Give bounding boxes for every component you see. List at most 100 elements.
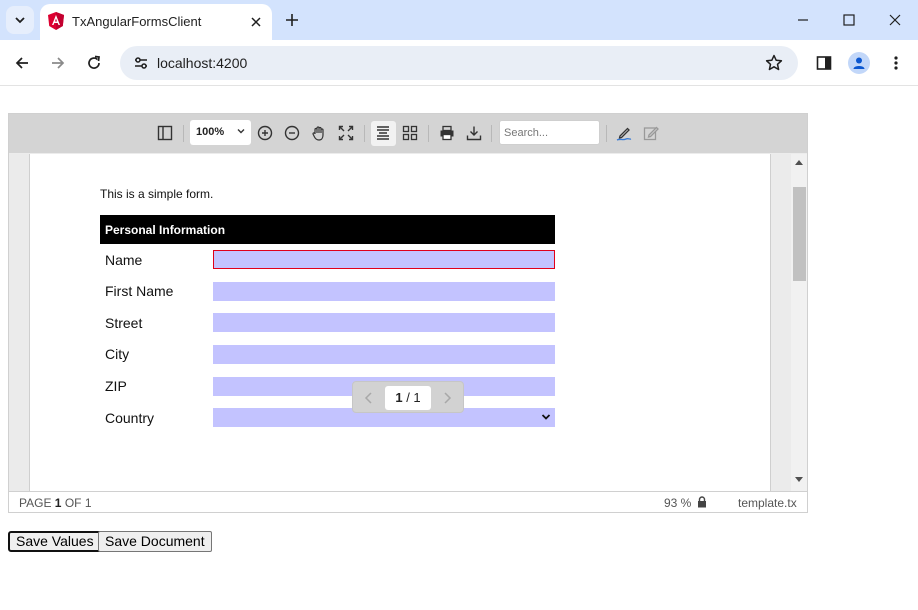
zoom-out-button[interactable] [282, 123, 302, 143]
viewer-toolbar: 100% [9, 114, 807, 153]
zoom-in-button[interactable] [255, 123, 275, 143]
back-button[interactable] [8, 49, 36, 77]
minimize-icon [798, 19, 808, 21]
browser-toolbar: localhost:4200 [0, 40, 918, 86]
toolbar-divider [428, 125, 429, 142]
chevron-down-icon [541, 414, 551, 420]
name-field[interactable] [213, 250, 555, 269]
page-indicator[interactable]: 1 / 1 [385, 386, 431, 410]
zoom-value: 100% [196, 126, 225, 138]
edit-form-button[interactable] [641, 123, 661, 143]
document-canvas: This is a simple form. Personal Informat… [9, 154, 791, 491]
arrow-left-icon [15, 57, 28, 69]
field-label-street: Street [105, 315, 143, 331]
side-panel-button[interactable] [810, 49, 838, 77]
document-viewer: 100% Search... This is a simple form. Pe… [8, 113, 808, 513]
text-lines-icon [377, 126, 389, 140]
page-status-prefix: PAGE [19, 496, 55, 510]
file-name: template.tx [738, 496, 797, 510]
sign-button[interactable] [614, 123, 634, 143]
field-label-zip: ZIP [105, 378, 127, 394]
minimize-button[interactable] [780, 0, 826, 40]
vertical-scrollbar[interactable] [791, 154, 807, 491]
zoom-in-icon [257, 125, 273, 141]
browser-tab[interactable]: TxAngularFormsClient [40, 4, 272, 40]
toolbar-divider [491, 125, 492, 142]
chevron-right-icon [444, 392, 452, 404]
save-values-button[interactable]: Save Values [8, 531, 102, 552]
toolbar-divider [364, 125, 365, 142]
scroll-up-arrow-icon[interactable] [795, 159, 803, 165]
field-label-city: City [105, 346, 130, 362]
city-field[interactable] [213, 345, 555, 364]
total-pages: 1 [413, 390, 421, 405]
signature-pen-icon [616, 127, 632, 141]
download-button[interactable] [464, 123, 484, 143]
maximize-button[interactable] [826, 0, 872, 40]
page-navigator: 1 / 1 [352, 381, 464, 413]
page-status-suffix: OF 1 [61, 496, 92, 510]
new-tab-button[interactable] [280, 8, 304, 32]
pan-tool-button[interactable] [309, 123, 329, 143]
close-icon [889, 14, 901, 26]
field-label-name: Name [105, 252, 143, 268]
edit-icon [643, 126, 659, 141]
tab-title: TxAngularFormsClient [72, 14, 202, 29]
first-name-field[interactable] [213, 282, 555, 301]
browser-tab-bar: TxAngularFormsClient [0, 0, 918, 40]
more-vertical-icon [894, 56, 898, 70]
tab-search-button[interactable] [6, 6, 34, 34]
window-close-button[interactable] [872, 0, 918, 40]
scroll-down-arrow-icon[interactable] [795, 477, 803, 483]
scrollbar-thumb[interactable] [793, 187, 806, 281]
zoom-select[interactable]: 100% [190, 120, 251, 145]
search-input[interactable] [499, 120, 600, 145]
fit-page-button[interactable] [336, 123, 356, 143]
zoom-status: 93 % [664, 496, 692, 510]
field-label-first-name: First Name [105, 283, 174, 299]
lock-icon [698, 496, 706, 508]
address-bar[interactable]: localhost:4200 [120, 46, 798, 80]
maximize-icon [843, 14, 855, 26]
intro-text: This is a simple form. [100, 187, 214, 201]
person-icon [853, 57, 865, 69]
chevron-down-icon [15, 17, 25, 24]
street-field[interactable] [213, 313, 555, 332]
grid-icon [402, 125, 418, 141]
fullscreen-icon [338, 125, 354, 141]
next-page-button[interactable] [437, 388, 457, 408]
grid-view-button[interactable] [400, 123, 420, 143]
close-icon [251, 17, 261, 27]
toolbar-divider [183, 125, 184, 142]
status-bar: PAGE 1 OF 1 93 % template.tx [9, 491, 807, 512]
chevron-left-icon [364, 392, 372, 404]
save-document-button[interactable]: Save Document [98, 531, 212, 552]
plus-icon [286, 14, 298, 26]
section-title: Personal Information [105, 223, 226, 237]
tune-icon [135, 57, 147, 69]
hand-icon [312, 126, 324, 141]
reload-icon [88, 55, 100, 69]
reload-button[interactable] [80, 49, 108, 77]
side-panel-icon [816, 56, 832, 70]
chevron-down-icon [237, 129, 245, 134]
url-text[interactable]: localhost:4200 [157, 55, 247, 71]
toolbar-divider [606, 125, 607, 142]
page-separator: / [402, 390, 414, 405]
download-icon [466, 126, 482, 141]
sidebar-icon [157, 125, 173, 141]
sidebar-toggle-button[interactable] [155, 123, 175, 143]
zoom-out-icon [284, 125, 300, 141]
bookmark-button[interactable] [762, 51, 786, 75]
section-header: Personal Information [100, 215, 555, 244]
previous-page-button[interactable] [359, 388, 379, 408]
print-button[interactable] [437, 123, 457, 143]
star-icon [765, 54, 783, 71]
menu-button[interactable] [882, 49, 910, 77]
profile-avatar[interactable] [848, 52, 870, 74]
tab-close-button[interactable] [246, 12, 266, 32]
forward-button[interactable] [44, 49, 72, 77]
site-info-button[interactable] [128, 50, 154, 76]
page-status: PAGE 1 OF 1 [19, 496, 92, 510]
single-page-view-button[interactable] [373, 123, 393, 143]
